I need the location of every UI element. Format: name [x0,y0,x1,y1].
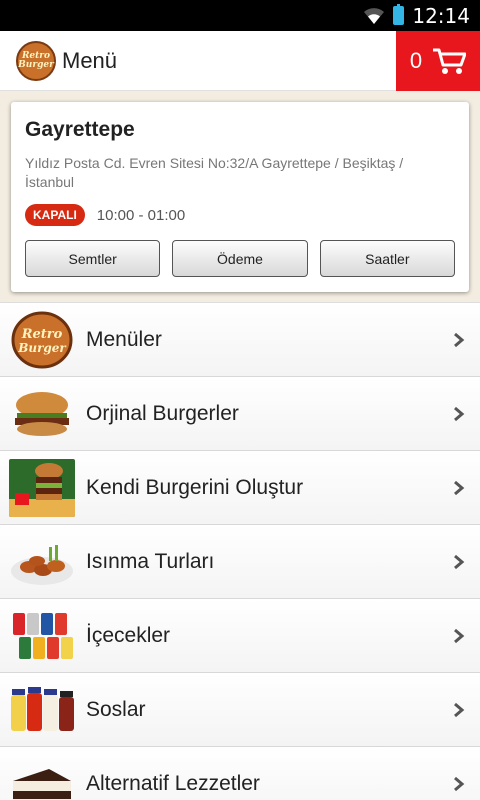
clock: 12:14 [412,3,470,28]
cart-count: 0 [409,48,423,73]
retro-burger-logo-icon: Retro Burger [9,311,75,369]
chevron-right-icon [454,554,465,569]
list-item-starters[interactable]: Isınma Turları [0,525,480,599]
chevron-right-icon [454,332,465,347]
chicken-wings-icon [9,533,75,591]
list-item-label: Isınma Turları [86,549,215,573]
list-item-build-your-burger[interactable]: Kendi Burgerini Oluştur [0,451,480,525]
list-item-label: Alternatif Lezzetler [86,771,260,795]
svg-text:Retro: Retro [21,327,63,342]
chevron-right-icon [454,480,465,495]
retro-burger-logo[interactable]: Retro Burger [16,40,56,81]
payment-button[interactable]: Ödeme [172,240,308,277]
list-item-drinks[interactable]: İçecekler [0,599,480,673]
stacked-burger-icon [9,458,75,517]
status-bar: 12:14 [0,0,480,31]
sauce-bottles-icon [9,681,75,739]
cake-icon [9,755,75,800]
chevron-right-icon [454,406,465,421]
list-item-label: Soslar [86,697,146,721]
list-item-sauces[interactable]: Soslar [0,673,480,747]
chevron-right-icon [454,702,465,717]
list-item-original-burgers[interactable]: Orjinal Burgerler [0,377,480,451]
branch-address: Yıldız Posta Cd. Evren Sitesi No:32/A Ga… [25,155,404,190]
battery-icon [393,4,405,25]
svg-text:Burger: Burger [17,341,67,355]
list-item-label: Kendi Burgerini Oluştur [86,475,304,499]
branch-card: Gayrettepe Yıldız Posta Cd. Evren Sitesi… [11,102,469,292]
branch-name: Gayrettepe [25,118,135,141]
opening-hours: 10:00 - 01:00 [96,206,186,224]
menu-list: Retro Burger Menüler Orjinal Burgerler Ke… [0,303,480,800]
wifi-icon [364,7,385,24]
list-item-menus[interactable]: Retro Burger Menüler [0,303,480,377]
cart-button[interactable]: 0 [396,31,480,91]
list-item-label: Orjinal Burgerler [86,401,239,425]
districts-button[interactable]: Semtler [25,240,161,277]
list-item-label: Menüler [86,327,162,351]
soda-cans-icon [9,607,75,665]
app-bar: Retro Burger Menü 0 [0,31,480,91]
chevron-right-icon [454,628,465,643]
hours-button[interactable]: Saatler [319,240,455,277]
list-item-alternatives[interactable]: Alternatif Lezzetler [0,747,480,800]
shopping-cart-icon [433,48,467,74]
status-badge: KAPALI [25,204,85,226]
list-item-label: İçecekler [86,623,171,647]
branch-banner: Gayrettepe Yıldız Posta Cd. Evren Sitesi… [0,91,480,303]
chevron-right-icon [454,776,465,791]
page-title: Menü [62,47,118,73]
burger-icon [9,385,75,443]
